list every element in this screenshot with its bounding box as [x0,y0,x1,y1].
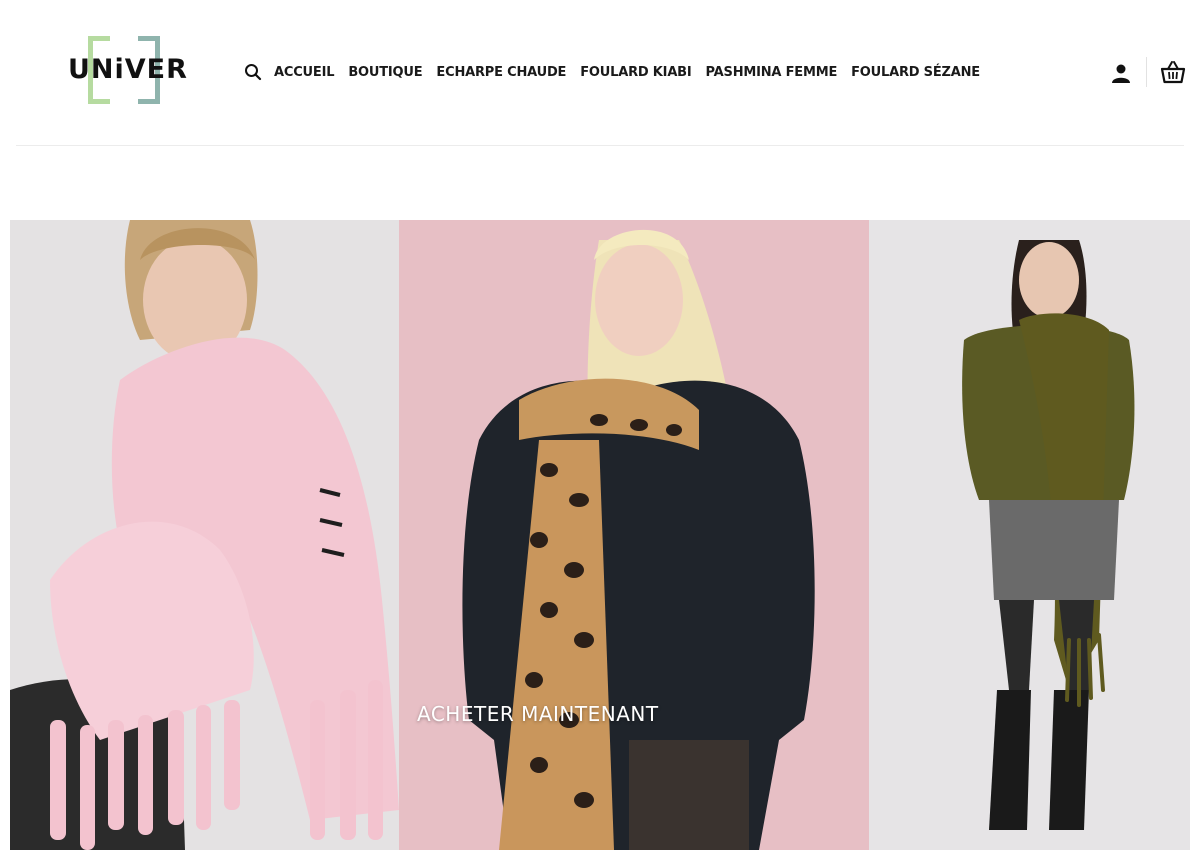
nav-item-foulard-sezane[interactable]: FOULARD SÉZANE [851,65,980,80]
nav-item-boutique[interactable]: BOUTIQUE [348,65,422,80]
hero-image-leopard-scarf [399,220,869,850]
search-icon[interactable] [244,63,262,81]
site-header: UNiVER ACCUEIL BOUTIQUE ECHARPE CHAUDE F… [0,0,1200,145]
shop-now-link[interactable]: ACHETER MAINTENANT [417,702,659,726]
hero-image-olive-scarf [869,220,1190,850]
header-separator [16,145,1184,146]
account-icon[interactable] [1110,62,1132,84]
logo-text: UNiVER [68,54,188,85]
brand-logo[interactable]: UNiVER [66,34,187,108]
hero-banner[interactable] [10,220,1190,850]
nav-item-echarpe-chaude[interactable]: ECHARPE CHAUDE [436,65,566,80]
hero-image-pink-scarf [10,220,399,850]
main-nav: ACCUEIL BOUTIQUE ECHARPE CHAUDE FOULARD … [244,62,994,82]
nav-item-accueil[interactable]: ACCUEIL [274,65,335,80]
nav-item-pashmina-femme[interactable]: PASHMINA FEMME [706,65,838,80]
nav-item-foulard-kiabi[interactable]: FOULARD KIABI [580,65,691,80]
header-divider [1146,57,1147,87]
basket-icon[interactable] [1160,59,1186,85]
